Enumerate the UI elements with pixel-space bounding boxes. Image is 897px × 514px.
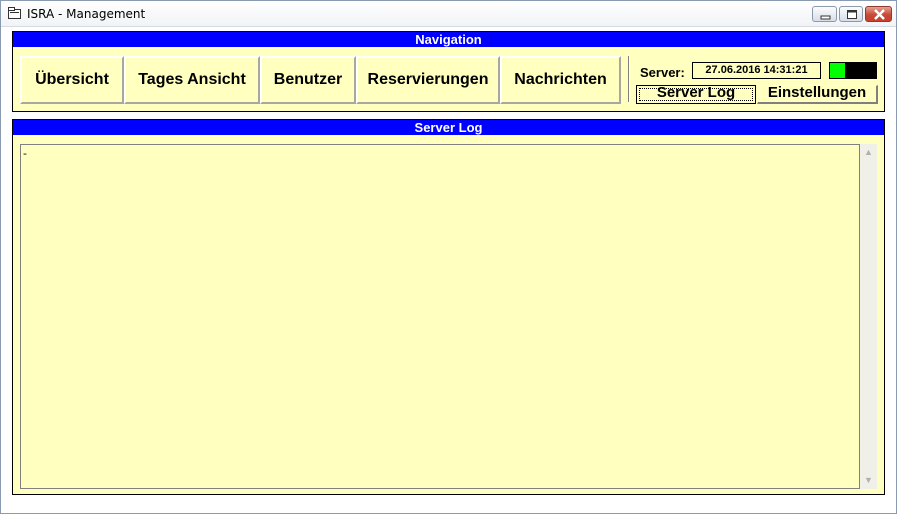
server-status-indicator (829, 62, 877, 79)
nav-separator (628, 56, 630, 102)
close-button[interactable] (865, 6, 892, 22)
client-area: Navigation Übersicht Tages Ansicht Benut… (4, 28, 893, 511)
nav-button-uebersicht[interactable]: Übersicht (20, 56, 124, 104)
maximize-button[interactable] (839, 6, 863, 22)
app-window: ISRA - Management Navigation Übersicht T… (0, 0, 897, 514)
navigation-header: Navigation (13, 32, 884, 47)
scroll-down-icon[interactable]: ▼ (860, 472, 877, 489)
server-log-button[interactable]: Server Log (636, 85, 756, 104)
maximize-icon (847, 10, 857, 19)
server-log-textarea[interactable]: - (20, 144, 860, 489)
close-icon (874, 9, 885, 20)
settings-button[interactable]: Einstellungen (757, 85, 878, 104)
status-led-1 (830, 63, 846, 78)
log-content: - (23, 147, 27, 160)
minimize-icon (820, 15, 831, 20)
window-app-icon (8, 7, 21, 19)
server-log-panel: Server Log - ▲ ▼ (12, 119, 885, 495)
log-scrollbar[interactable]: ▲ ▼ (860, 144, 877, 489)
status-led-3 (860, 63, 876, 78)
server-label: Server: (640, 65, 685, 80)
nav-button-nachrichten[interactable]: Nachrichten (500, 56, 621, 104)
nav-button-benutzer[interactable]: Benutzer (260, 56, 356, 104)
minimize-button[interactable] (812, 6, 837, 22)
status-led-2 (845, 63, 861, 78)
scroll-up-icon[interactable]: ▲ (860, 144, 877, 161)
navigation-panel: Navigation Übersicht Tages Ansicht Benut… (12, 31, 885, 112)
settings-button-label: Einstellungen (767, 85, 867, 101)
nav-button-reservierungen[interactable]: Reservierungen (356, 56, 500, 104)
server-timestamp: 27.06.2016 14:31:21 (692, 62, 821, 79)
nav-button-tages-ansicht[interactable]: Tages Ansicht (124, 56, 260, 104)
window-title: ISRA - Management (27, 7, 146, 21)
server-log-header: Server Log (13, 120, 884, 135)
server-log-button-label: Server Log (656, 85, 736, 101)
title-bar[interactable]: ISRA - Management (1, 1, 896, 27)
